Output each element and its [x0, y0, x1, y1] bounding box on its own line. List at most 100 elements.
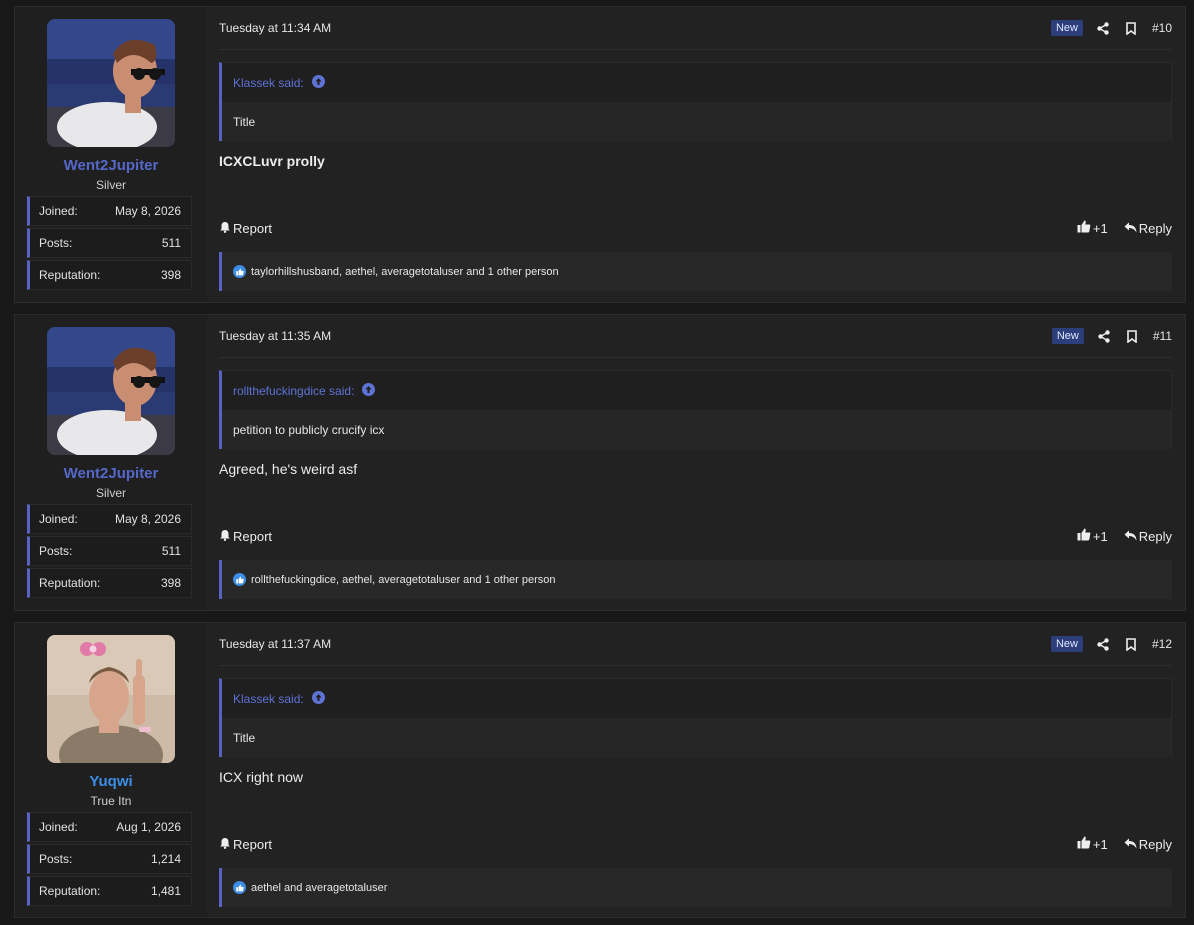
reply-icon [1124, 837, 1137, 852]
bookmark-icon[interactable] [1125, 329, 1139, 343]
reactions-bar[interactable]: rollthefuckingdice, aethel, averagetotal… [219, 560, 1172, 599]
like-button[interactable]: +1 [1077, 220, 1108, 236]
bookmark-icon[interactable] [1124, 637, 1138, 651]
stat-label: Reputation: [39, 268, 101, 282]
stat-label: Posts: [39, 544, 73, 558]
post-timestamp[interactable]: Tuesday at 11:37 AM [219, 637, 331, 651]
bell-icon [219, 221, 231, 236]
post-actions: Report +1 Reply [219, 220, 1172, 236]
user-panel: Yuqwi True Itn Joined: Aug 1, 2026 Posts:… [15, 623, 207, 917]
bookmark-icon[interactable] [1124, 21, 1138, 35]
stat-label: Posts: [39, 236, 73, 250]
thumbs-up-icon [1077, 220, 1091, 236]
username[interactable]: Went2Jupiter [64, 465, 159, 482]
username[interactable]: Yuqwi [89, 773, 132, 790]
stat-posts: Posts: 511 [27, 536, 192, 566]
quote-block: rollthefuckingdice said: petition to pub… [219, 370, 1172, 449]
thumbs-up-icon [1077, 528, 1091, 544]
reply-label: Reply [1138, 836, 1172, 852]
share-icon[interactable] [1097, 329, 1111, 343]
report-label: Report [233, 220, 273, 236]
reactions-bar[interactable]: aethel and averagetotaluser [219, 868, 1172, 907]
post: Went2Jupiter Silver Joined: May 8, 2026 P… [14, 314, 1186, 611]
reactions-list[interactable]: aethel and averagetotaluser [251, 882, 387, 894]
reactions-list[interactable]: rollthefuckingdice, aethel, averagetotal… [251, 574, 556, 586]
stat-value: 1,214 [150, 852, 181, 866]
user-title: True Itn [90, 794, 132, 808]
share-icon[interactable] [1096, 637, 1110, 651]
post-header: Tuesday at 11:34 AM New #10 [219, 7, 1172, 50]
stat-value: 511 [161, 544, 181, 558]
stat-joined: Joined: May 8, 2026 [27, 196, 192, 226]
post: Yuqwi True Itn Joined: Aug 1, 2026 Posts:… [14, 622, 1186, 918]
bell-icon [219, 529, 231, 544]
thread: Went2Jupiter Silver Joined: May 8, 2026 P… [0, 0, 1194, 925]
quote-text: Title [222, 102, 1171, 141]
avatar[interactable] [47, 327, 175, 455]
like-button[interactable]: +1 [1077, 528, 1108, 544]
username[interactable]: Went2Jupiter [64, 157, 159, 174]
reply-label: Reply [1138, 528, 1172, 544]
arrow-up-circle-icon[interactable] [311, 690, 325, 707]
stat-value: 398 [160, 268, 181, 282]
stat-label: Joined: [39, 204, 78, 218]
report-button[interactable]: Report [219, 529, 272, 544]
quote-block: Klassek said: Title [219, 678, 1172, 757]
stat-posts: Posts: 511 [27, 228, 192, 258]
stat-joined: Joined: Aug 1, 2026 [27, 812, 192, 842]
reply-button[interactable]: Reply [1124, 529, 1172, 544]
new-badge: New [1051, 328, 1084, 344]
stat-value: 511 [161, 236, 181, 250]
arrow-up-circle-icon[interactable] [311, 74, 325, 91]
post-header: Tuesday at 11:37 AM New #12 [219, 623, 1172, 666]
report-label: Report [233, 836, 273, 852]
avatar[interactable] [47, 635, 175, 763]
post-timestamp[interactable]: Tuesday at 11:34 AM [219, 21, 331, 35]
stat-value: 1,481 [150, 884, 181, 898]
post-header-actions: New #12 [1050, 636, 1172, 652]
user-stats: Joined: May 8, 2026 Posts: 511 Reputation:… [27, 502, 192, 598]
reply-button[interactable]: Reply [1124, 837, 1172, 852]
reactions-list[interactable]: taylorhillshusband, aethel, averagetotal… [251, 266, 559, 278]
like-button[interactable]: +1 [1077, 836, 1108, 852]
user-stats: Joined: Aug 1, 2026 Posts: 1,214 Reputatio… [27, 810, 192, 906]
reply-button[interactable]: Reply [1124, 221, 1172, 236]
post-number[interactable]: #12 [1152, 637, 1172, 651]
post-header: Tuesday at 11:35 AM New #11 [219, 315, 1172, 358]
stat-value: May 8, 2026 [114, 512, 181, 526]
stat-reputation: Reputation: 1,481 [27, 876, 192, 906]
post-header-actions: New #10 [1050, 20, 1172, 36]
post-timestamp[interactable]: Tuesday at 11:35 AM [219, 329, 331, 343]
user-panel: Went2Jupiter Silver Joined: May 8, 2026 P… [15, 315, 207, 610]
post-body: Agreed, he's weird asf [219, 461, 358, 477]
stat-label: Joined: [39, 820, 78, 834]
report-button[interactable]: Report [219, 837, 272, 852]
post-actions: Report +1 Reply [219, 528, 1172, 544]
quote-header: Klassek said: [222, 63, 1171, 102]
post-number[interactable]: #11 [1153, 329, 1172, 343]
quote-author[interactable]: Klassek said: [233, 692, 304, 706]
quote-author[interactable]: rollthefuckingdice said: [233, 384, 354, 398]
post-main: Tuesday at 11:35 AM New #11 rollthefucki… [207, 315, 1185, 610]
post-number[interactable]: #10 [1152, 21, 1172, 35]
like-reaction-icon [233, 881, 246, 894]
post-main: Tuesday at 11:34 AM New #10 Klassek said… [207, 7, 1185, 302]
new-badge: New [1050, 636, 1083, 652]
quote-author[interactable]: Klassek said: [233, 76, 304, 90]
arrow-up-circle-icon[interactable] [362, 382, 376, 399]
avatar[interactable] [47, 19, 175, 147]
report-button[interactable]: Report [219, 221, 272, 236]
stat-label: Posts: [39, 852, 73, 866]
quote-header: rollthefuckingdice said: [222, 371, 1171, 410]
share-icon[interactable] [1096, 21, 1110, 35]
post-body: ICX right now [219, 769, 304, 785]
stat-reputation: Reputation: 398 [27, 568, 192, 598]
user-title: Silver [95, 486, 126, 500]
quote-header: Klassek said: [222, 679, 1171, 718]
reply-icon [1124, 221, 1137, 236]
report-label: Report [233, 528, 273, 544]
post-header-actions: New #11 [1051, 328, 1172, 344]
reactions-bar[interactable]: taylorhillshusband, aethel, averagetotal… [219, 252, 1172, 291]
user-stats: Joined: May 8, 2026 Posts: 511 Reputation:… [27, 194, 192, 290]
stat-label: Reputation: [39, 576, 101, 590]
